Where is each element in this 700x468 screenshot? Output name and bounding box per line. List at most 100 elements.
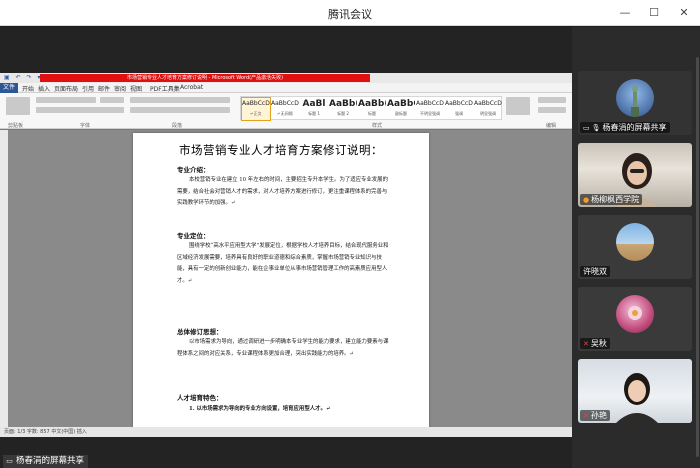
- participant-name: ✕ 孙艳: [580, 410, 610, 421]
- paste-button[interactable]: [6, 97, 30, 115]
- participant-tile-video[interactable]: ✕ 孙艳: [578, 359, 692, 423]
- group-styles-label: 样式: [372, 123, 383, 129]
- quick-access-toolbar[interactable]: ▣ ↶ ↷ ▾: [4, 74, 42, 81]
- style-sample: AaBl: [302, 99, 326, 109]
- style-label: 标题 1: [308, 111, 320, 116]
- paragraph-align-buttons[interactable]: [130, 107, 230, 113]
- style-sample: AaBb(: [329, 99, 357, 109]
- style-item[interactable]: AaBb( 标题 2: [329, 98, 357, 120]
- flower-icon: [628, 306, 642, 320]
- tab-view[interactable]: 视图: [130, 84, 142, 93]
- style-item[interactable]: AaBbCcDd 明显强调: [474, 98, 502, 120]
- style-label: ↵无间隔: [277, 111, 293, 116]
- maximize-icon[interactable]: ☐: [645, 4, 663, 22]
- word-titlebar: ▣ ↶ ↷ ▾ 市场营销专业人才培育方案修订说明 - Microsoft Wor…: [0, 73, 572, 83]
- style-item[interactable]: AaBbCcDd ↵无间隔: [271, 98, 299, 120]
- person-image: [616, 373, 658, 423]
- participant-tile-screen-share[interactable]: ▭ 🎙 杨春涓的屏幕共享: [578, 71, 692, 135]
- style-sample: AaBbCcDd: [416, 100, 444, 107]
- word-title: 市场营销专业人才培育方案修订说明 - Microsoft Word(产品激活失败…: [40, 74, 370, 82]
- tab-acrobat[interactable]: Acrobat: [180, 84, 203, 91]
- shared-screen[interactable]: ▣ ↶ ↷ ▾ 市场营销专业人才培育方案修订说明 - Microsoft Wor…: [0, 73, 572, 437]
- styles-gallery[interactable]: AaBbCcDd ↵正文 AaBbCcDd ↵无间隔 AaBl 标题 1 AaBb( 标题 2…: [240, 96, 502, 121]
- section-heading: 人才培育特色：: [177, 394, 223, 402]
- document-page[interactable]: 市场营销专业人才培育方案修订说明： 专业介绍： 本校营销专业在建立 10 年左右…: [133, 133, 429, 437]
- participant-sidebar: ▭ 🎙 杨春涓的屏幕共享 ● 杨柳枫西学院 许晓双 ✕ 吴秋 ✕ 孙艳: [572, 27, 700, 468]
- style-sample: AaBbCcDd: [242, 100, 270, 107]
- group-editing-label: 编辑: [546, 123, 557, 129]
- paragraph-buttons[interactable]: [130, 97, 230, 103]
- vertical-ruler: [0, 130, 8, 427]
- style-item[interactable]: AaBbCcDd 不明显强调: [416, 98, 444, 120]
- monitor-icon: ▭: [6, 457, 13, 465]
- style-item[interactable]: AaBb( 标题: [358, 98, 386, 120]
- style-label: 标题 2: [337, 111, 349, 116]
- style-item[interactable]: AaBbCcDd ↵正文: [241, 97, 271, 121]
- style-item[interactable]: AaBbC 副标题: [387, 98, 415, 120]
- style-label: 强调: [455, 111, 463, 116]
- word-menu-tabs: 文件 开始 插入 页面布局 引用 邮件 审阅 视图 PDF工具集 Acrobat: [0, 83, 572, 93]
- mic-muted-icon: ✕: [583, 340, 589, 348]
- font-name-select[interactable]: [36, 97, 96, 103]
- sidebar-scrollbar[interactable]: [696, 57, 699, 457]
- word-status-bar: 页面: 1/3 字数: 857 中文(中国) 插入: [0, 427, 572, 437]
- style-label: 标题: [368, 111, 376, 116]
- section-heading: 专业定位：: [177, 232, 210, 240]
- mic-icon: 🎙: [591, 124, 601, 132]
- window-title: 腾讯会议: [328, 8, 372, 21]
- style-item[interactable]: AaBbCcDd 强调: [445, 98, 473, 120]
- style-sample: AaBb(: [358, 99, 386, 109]
- style-label: 不明显强调: [420, 111, 440, 116]
- tab-insert[interactable]: 插入: [38, 84, 50, 93]
- style-sample: AaBbCcDd: [271, 100, 299, 107]
- user-icon: ●: [583, 196, 590, 204]
- style-item[interactable]: AaBl 标题 1: [300, 98, 328, 120]
- font-format-buttons[interactable]: [36, 107, 124, 113]
- participant-tile-video[interactable]: ● 杨柳枫西学院: [578, 143, 692, 207]
- window-titlebar: 腾讯会议 — ☐ ✕: [0, 0, 700, 26]
- tab-layout[interactable]: 页面布局: [54, 84, 78, 93]
- screen-share-label: ▭ 杨春涓的屏幕共享: [3, 455, 89, 468]
- section-heading: 专业介绍：: [177, 166, 210, 174]
- group-clipboard-label: 剪贴板: [8, 123, 24, 129]
- participant-name: 许晓双: [580, 266, 610, 277]
- style-label: ↵正文: [250, 111, 262, 116]
- avatar: [616, 223, 654, 261]
- section-body: 1. 以市场需求为导向的专业方向设置，培育应用型人才。↵: [189, 406, 331, 412]
- avatar: [616, 79, 654, 117]
- participant-name: ● 杨柳枫西学院: [580, 194, 643, 205]
- participant-name: ▭ 🎙 杨春涓的屏幕共享: [580, 122, 670, 133]
- section-body: 本校营销专业在建立 10 年左右的时间，主要招生专升本学生。为了适应专业发展的需…: [177, 177, 388, 206]
- style-label: 明显强调: [480, 111, 496, 116]
- mic-muted-icon: ✕: [583, 412, 589, 420]
- tab-mailings[interactable]: 邮件: [98, 84, 110, 93]
- participant-tile[interactable]: 许晓双: [578, 215, 692, 279]
- tab-pdf-tools[interactable]: PDF工具集: [150, 84, 180, 93]
- tab-review[interactable]: 审阅: [114, 84, 126, 93]
- screen-share-icon: ▭: [583, 124, 590, 132]
- screen-share-label-text: 杨春涓的屏幕共享: [16, 456, 85, 466]
- section-body: 以市场需求为导向，通过调研进一步明确本专业学生的能力要求，建立能力要素与课程体系…: [177, 339, 389, 357]
- section-body: 围绕学校“高水平应用型大学”发展定位，根据学校人才培养目标，结合现代服务业和区域…: [177, 243, 389, 284]
- section-heading: 总体修订思想：: [177, 328, 223, 336]
- close-icon[interactable]: ✕: [675, 4, 693, 22]
- group-paragraph-label: 段落: [172, 123, 183, 129]
- tab-references[interactable]: 引用: [82, 84, 94, 93]
- statue-icon: [631, 86, 639, 117]
- style-sample: AaBbCcDd: [474, 100, 502, 107]
- minimize-icon[interactable]: —: [616, 4, 634, 22]
- change-styles-button[interactable]: [506, 97, 530, 115]
- tab-file[interactable]: 文件: [0, 83, 18, 93]
- main-stage: ▣ ↶ ↷ ▾ 市场营销专业人才培育方案修订说明 - Microsoft Wor…: [0, 27, 572, 468]
- tab-home[interactable]: 开始: [22, 84, 34, 93]
- replace-button[interactable]: [538, 107, 566, 113]
- find-button[interactable]: [538, 97, 566, 103]
- font-size-select[interactable]: [100, 97, 124, 103]
- participant-tile[interactable]: ✕ 吴秋: [578, 287, 692, 351]
- document-title: 市场营销专业人才培育方案修订说明：: [179, 143, 383, 157]
- style-sample: AaBbC: [387, 99, 415, 109]
- word-ribbon: AaBbCcDd ↵正文 AaBbCcDd ↵无间隔 AaBl 标题 1 AaBb( 标题 2…: [0, 93, 572, 129]
- style-sample: AaBbCcDd: [445, 100, 473, 107]
- avatar: [616, 295, 654, 333]
- group-font-label: 字体: [80, 123, 91, 129]
